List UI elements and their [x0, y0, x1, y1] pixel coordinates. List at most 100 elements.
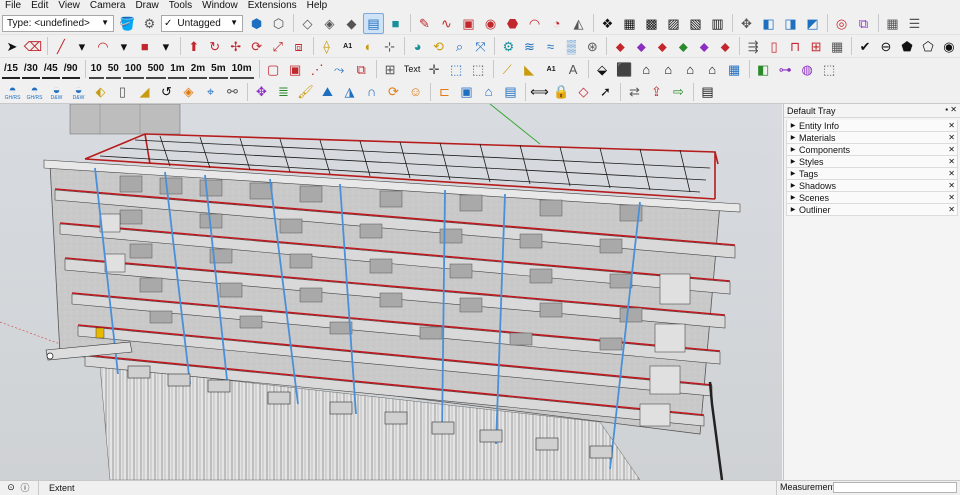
dotted-box-icon[interactable]: ⬚ [468, 59, 489, 80]
menu-edit[interactable]: Edit [26, 0, 53, 12]
close-icon[interactable]: ✕ [948, 204, 955, 215]
grid-cross-icon[interactable]: ⊞ [380, 59, 401, 80]
tray-panel-materials[interactable]: ▶ Materials ✕ [786, 132, 958, 144]
arc-tool-icon[interactable]: ◠ [93, 36, 113, 57]
select-arrow-icon[interactable]: ➤ [2, 36, 22, 57]
frame-icon[interactable]: ▯ [764, 36, 784, 57]
chevron-down-icon[interactable]: ▾ [72, 36, 92, 57]
scale-icon[interactable]: ⤢ [268, 36, 288, 57]
expand-arrows-icon[interactable]: ⟺ [529, 81, 550, 102]
scale-1m-button[interactable]: 1m [168, 60, 187, 79]
section-cut-icon[interactable]: ◧ [758, 13, 779, 34]
gear-settings-icon[interactable]: ⚙ [498, 36, 518, 57]
follow-me-icon[interactable]: ↻ [205, 36, 225, 57]
line-icon[interactable]: ╱ [51, 36, 71, 57]
menu-draw[interactable]: Draw [130, 0, 163, 12]
eye-icon[interactable]: ◉ [939, 36, 959, 57]
rotate-icon[interactable]: ⟳ [247, 36, 267, 57]
menu-extensions[interactable]: Extensions [243, 0, 302, 12]
check-circle-icon[interactable]: ✔ [855, 36, 875, 57]
text-tool-button[interactable]: Text [402, 59, 423, 80]
house-icon[interactable]: ⌂ [636, 59, 657, 80]
tray-controls[interactable]: ▪ ✕ [945, 105, 957, 114]
zoom-icon[interactable]: ⌕ [450, 36, 470, 57]
terrain-icon[interactable]: ⛰ [317, 81, 338, 102]
menu-camera[interactable]: Camera [85, 0, 131, 12]
sandbox-icon[interactable]: ◭ [568, 13, 589, 34]
brush-icon[interactable]: 🖌 [295, 81, 316, 102]
settings-dropdown-icon[interactable]: ⊛ [582, 36, 602, 57]
tag-shape-icon[interactable]: ⬟ [897, 36, 917, 57]
close-icon[interactable]: ✕ [948, 144, 955, 155]
close-icon[interactable]: ✕ [948, 192, 955, 203]
axis-rr-icon[interactable]: ⬥ [715, 36, 735, 57]
box-icon[interactable]: ⬛ [614, 59, 635, 80]
chevron-down-icon[interactable]: ▾ [156, 36, 176, 57]
measurements-input[interactable] [833, 482, 957, 493]
axis-p-icon[interactable]: ⬥ [694, 36, 714, 57]
pipe-icon[interactable]: ⊏ [434, 81, 455, 102]
paint-bucket-icon[interactable]: 🪣 [117, 13, 138, 34]
pencil-icon[interactable]: ✎ [414, 13, 435, 34]
eraser-icon[interactable]: ⌫ [23, 36, 43, 57]
geo-location-icon[interactable]: ◎ [831, 13, 852, 34]
close-icon[interactable]: ✕ [948, 180, 955, 191]
minus-circle-icon[interactable]: ⊖ [876, 36, 896, 57]
iso-view-icon[interactable]: ⬢ [246, 13, 267, 34]
menu-window[interactable]: Window [197, 0, 243, 12]
lock-icon[interactable]: 🔒 [551, 81, 572, 102]
hidden-line-style-icon[interactable]: ◆ [341, 13, 362, 34]
layers-icon[interactable]: ☰ [904, 13, 925, 34]
diamond-icon[interactable]: ◇ [573, 81, 594, 102]
path-array-icon[interactable]: ⤳ [329, 59, 350, 80]
paint-icon[interactable]: ◕ [408, 36, 428, 57]
shape-tool-icon[interactable]: ■ [135, 36, 155, 57]
model-viewport[interactable] [0, 104, 782, 480]
close-icon[interactable]: ✕ [948, 132, 955, 143]
warehouse-icon[interactable]: ⧉ [853, 13, 874, 34]
green-arrow-icon[interactable]: ⇨ [668, 81, 689, 102]
type-dropdown[interactable]: Type: <undefined> ▼ [2, 14, 114, 32]
axis-g-icon[interactable]: ⬥ [673, 36, 693, 57]
scale-500-button[interactable]: 500 [145, 60, 167, 79]
scale-5m-button[interactable]: 5m [209, 60, 228, 79]
align-icon[interactable]: ⇶ [743, 36, 763, 57]
document-icon[interactable]: ▯ [112, 81, 133, 102]
export-icon[interactable]: ⇪ [646, 81, 667, 102]
frame-select-icon[interactable]: ▢ [263, 59, 284, 80]
dimension-icon[interactable]: A1 [338, 36, 358, 57]
label-a1-icon[interactable]: A1 [541, 59, 562, 80]
move-tool-icon[interactable]: ✢ [226, 36, 246, 57]
wave-icon[interactable]: ≈ [540, 36, 560, 57]
array-icon[interactable]: ⋰ [307, 59, 328, 80]
blue-stack-icon[interactable]: ▤ [500, 81, 521, 102]
house-3-icon[interactable]: ⌂ [680, 59, 701, 80]
stairs-icon[interactable]: ≋ [519, 36, 539, 57]
building-model[interactable] [0, 104, 782, 480]
dw-icon[interactable]: ◒ D&W [46, 81, 67, 102]
house-2-icon[interactable]: ⌂ [658, 59, 679, 80]
orbit-icon[interactable]: ⟲ [429, 36, 449, 57]
textured-style-icon[interactable]: ■ [385, 13, 406, 34]
solid-union-icon[interactable]: ▩ [641, 13, 662, 34]
polygon-icon[interactable]: ⬣ [502, 13, 523, 34]
move-icon[interactable]: ✥ [736, 13, 757, 34]
top-view-icon[interactable]: ⬡ [268, 13, 289, 34]
blue-house-icon[interactable]: ⌂ [478, 81, 499, 102]
settings-sliders-icon[interactable]: ⊶ [775, 59, 796, 80]
gh-rs-icon[interactable]: ◓ GH/RS [2, 81, 23, 102]
roof-icon[interactable]: ◢ [134, 81, 155, 102]
geo-location-status-icon[interactable]: ⊙ [4, 482, 18, 493]
close-icon[interactable]: ✕ [948, 156, 955, 167]
gh-rs-2-icon[interactable]: ◓ GH/RS [24, 81, 45, 102]
tag-blue-icon[interactable]: ⌖ [200, 81, 221, 102]
cross-icon[interactable]: ✛ [424, 59, 445, 80]
tray-panel-outliner[interactable]: ▶ Outliner ✕ [786, 204, 958, 216]
wireframe-style-icon[interactable]: ◈ [319, 13, 340, 34]
dim-angle-90-button[interactable]: /90 [61, 60, 80, 79]
solid-subtract-icon[interactable]: ▨ [663, 13, 684, 34]
protractor-2-icon[interactable]: ◣ [519, 59, 540, 80]
house-4-icon[interactable]: ⌂ [702, 59, 723, 80]
rotate-view-icon[interactable]: ◍ [797, 59, 818, 80]
tray-panel-components[interactable]: ▶ Components ✕ [786, 144, 958, 156]
